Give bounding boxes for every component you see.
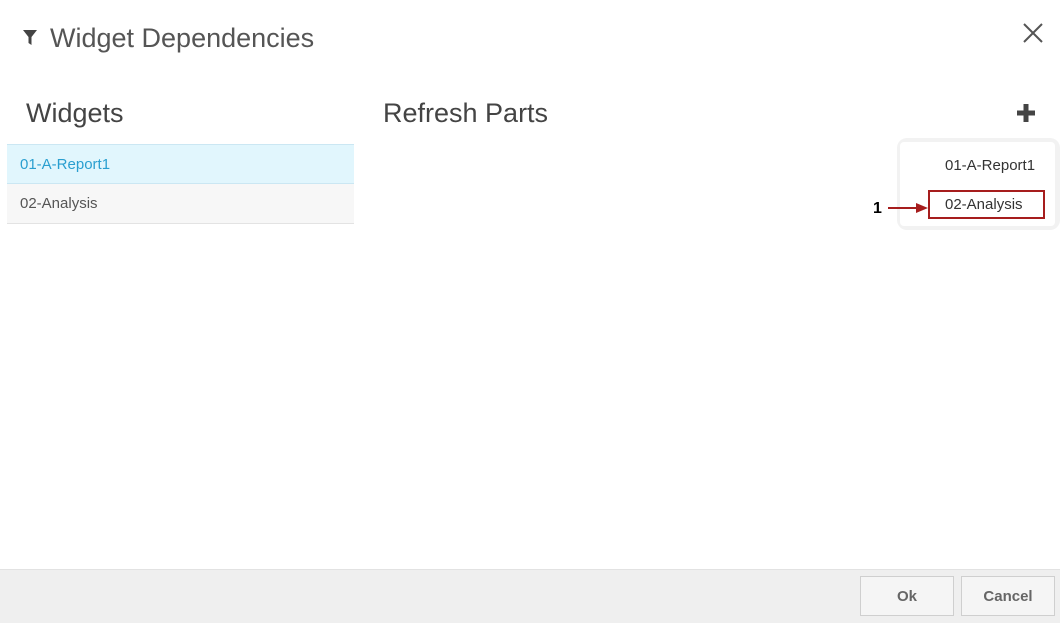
close-button[interactable] xyxy=(1020,20,1046,46)
filter-icon xyxy=(22,29,38,46)
dialog-title: Widget Dependencies xyxy=(50,23,315,53)
widget-dependencies-dialog: Widget Dependencies Widgets 01-A-Report1… xyxy=(0,0,1060,623)
widget-list: 01-A-Report1 02-Analysis xyxy=(7,144,354,224)
refresh-parts-heading: Refresh Parts xyxy=(383,98,549,128)
widgets-heading: Widgets xyxy=(26,98,124,128)
plus-icon xyxy=(1016,104,1036,127)
widget-item-02-analysis[interactable]: 02-Analysis xyxy=(7,184,354,224)
widget-item-01-a-report1[interactable]: 01-A-Report1 xyxy=(7,144,354,184)
dropdown-item-02-analysis[interactable]: 02-Analysis xyxy=(945,196,1023,213)
dropdown-item-01-a-report1[interactable]: 01-A-Report1 xyxy=(945,157,1035,174)
close-icon xyxy=(1020,23,1046,50)
annotation-number: 1 xyxy=(873,200,882,217)
arrow-right-icon xyxy=(886,201,930,215)
ok-button[interactable]: Ok xyxy=(860,576,954,616)
cancel-button[interactable]: Cancel xyxy=(961,576,1055,616)
add-refresh-part-button[interactable] xyxy=(1016,103,1036,123)
